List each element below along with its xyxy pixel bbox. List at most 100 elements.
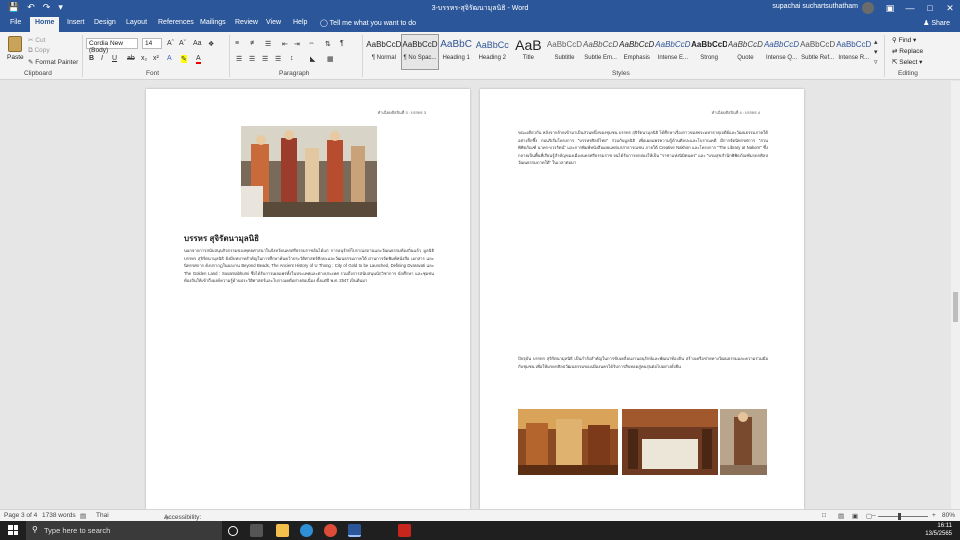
style-normal[interactable]: AaBbCcD ¶ Normal [366,35,402,69]
text-effects-icon[interactable]: A [167,55,172,62]
font-name-dropdown[interactable]: Cordia New (Body) [86,38,138,54]
read-mode-icon[interactable]: ▤ [838,512,844,520]
replace-button[interactable]: ⇄ Replace [892,47,923,55]
grow-font-icon[interactable]: Aˆ [167,40,174,47]
tab-references[interactable]: References [158,19,194,26]
temple-photo-1[interactable] [518,409,618,475]
tab-view[interactable]: View [266,19,281,26]
minimize-icon[interactable]: — [900,0,920,16]
tab-layout[interactable]: Layout [126,19,147,26]
style-subtitle[interactable]: AaBbCcD Subtitle [547,35,583,69]
user-name[interactable]: supachai suchartsuthatham [772,3,858,10]
subscript-icon[interactable]: x₂ [141,55,147,62]
word-count[interactable]: 1738 words [42,512,76,519]
borders-icon[interactable]: ▦ [327,55,334,63]
clear-formatting-icon[interactable]: ❖ [208,40,214,48]
thai-distributed-icon[interactable]: ⇔ [308,40,315,47]
zoom-level[interactable]: 80% [942,512,955,519]
page-4[interactable]: ทำเนียบศิลปินที่ 4 : บรรหร 4 ขณะเดียวกัน… [480,89,804,509]
tab-design[interactable]: Design [94,19,116,26]
system-tray[interactable]: 16:11 13/5/2565 [925,522,952,538]
font-size-dropdown[interactable]: 14 [142,38,162,49]
shading-icon[interactable]: ◣ [310,55,315,63]
styles-scroll-up-icon[interactable]: ▴ [874,38,878,46]
tell-me-search[interactable]: ◯ Tell me what you want to do [320,19,416,27]
shrink-font-icon[interactable]: Aˇ [179,40,186,47]
vertical-scrollbar[interactable] [951,81,960,509]
avatar[interactable] [862,2,874,14]
document-canvas[interactable]: ทำเนียบศิลปินที่ 3 : บรรหร 3 บรรหร สุจิร… [0,81,960,509]
share-button[interactable]: ♟ Share [923,19,950,27]
tab-help[interactable]: Help [293,19,307,26]
shrine-photo[interactable] [241,126,377,217]
pdf-icon[interactable] [398,524,411,537]
format-painter-button[interactable]: ✎ Format Painter [28,58,78,66]
sort-icon[interactable]: ⇅ [325,40,331,48]
temple-photo-2[interactable] [622,409,718,475]
paste-button[interactable]: Paste [7,54,24,61]
tab-file[interactable]: File [10,19,21,26]
styles-scroll-down-icon[interactable]: ▾ [874,48,878,56]
page-count[interactable]: Page 3 of 4 [4,512,37,519]
language[interactable]: Thai [96,512,109,519]
strikethrough-icon[interactable]: ab [127,55,135,62]
bold-icon[interactable]: B [89,55,94,62]
close-icon[interactable]: ✕ [940,0,960,16]
align-center-icon[interactable]: ☰ [249,55,255,63]
style-no-spacing[interactable]: AaBbCcD ¶ No Spac... [401,34,439,70]
scrollbar-thumb[interactable] [953,292,958,322]
zoom-in-icon[interactable]: + [932,512,936,519]
focus-icon[interactable]: □ [822,512,826,519]
tab-mailings[interactable]: Mailings [200,19,226,26]
cut-button[interactable]: ✂ Cut [28,36,45,44]
justify-icon[interactable]: ☰ [275,55,281,63]
chrome-icon[interactable] [324,524,337,537]
decrease-indent-icon[interactable]: ⇤ [282,40,288,48]
style-subtle-emphasis[interactable]: AaBbCcD Subtle Em... [583,35,619,69]
style-emphasis[interactable]: AaBbCcD Emphasis [619,35,655,69]
bullets-icon[interactable]: ≡ [235,40,239,47]
task-view-icon[interactable] [228,526,238,536]
line-spacing-icon[interactable]: ↕ [290,55,294,62]
page-3[interactable]: ทำเนียบศิลปินที่ 3 : บรรหร 3 บรรหร สุจิร… [146,89,470,509]
taskbar-app-icon[interactable] [250,524,263,537]
style-title[interactable]: AaB Title [511,35,547,69]
underline-icon[interactable]: U [112,55,117,62]
styles-more-icon[interactable]: ▿ [874,58,878,66]
copy-button[interactable]: ⧉ Copy [28,47,50,55]
print-layout-icon[interactable]: ▣ [852,512,858,520]
taskbar-search[interactable]: ⚲ Type here to search [26,521,222,540]
style-intense-reference[interactable]: AaBbCcD Intense R... [836,35,872,69]
find-button[interactable]: ⚲ Find ▾ [892,36,916,44]
font-color-icon[interactable]: A [196,55,201,64]
word-icon[interactable] [348,524,361,537]
zoom-slider-handle[interactable] [898,513,901,520]
zoom-slider[interactable] [878,516,928,517]
paste-icon[interactable] [8,36,22,52]
style-subtle-reference[interactable]: AaBbCcD Subtle Ref... [800,35,836,69]
zoom-out-icon[interactable]: – [872,512,876,519]
multilevel-list-icon[interactable]: ☰ [265,40,271,48]
proofing-icon[interactable]: ▤ [80,512,86,520]
file-explorer-icon[interactable] [276,524,289,537]
ribbon-display-icon[interactable]: ▣ [880,0,900,16]
maximize-icon[interactable]: □ [920,0,940,16]
highlight-icon[interactable]: ✎ [181,55,187,63]
style-heading-1[interactable]: AaBbC Heading 1 [438,35,474,69]
tab-home[interactable]: Home [30,17,60,32]
tab-review[interactable]: Review [235,19,258,26]
pilcrow-icon[interactable]: ¶ [340,40,344,47]
align-right-icon[interactable]: ☰ [262,55,268,63]
edge-icon[interactable] [300,524,313,537]
change-case-icon[interactable]: Aa [193,40,202,47]
style-heading-2[interactable]: AaBbCc Heading 2 [474,35,510,69]
superscript-icon[interactable]: x² [153,55,159,62]
align-left-icon[interactable]: ☰ [236,55,242,63]
style-strong[interactable]: AaBbCcD Strong [691,35,727,69]
tab-insert[interactable]: Insert [67,19,85,26]
temple-photo-3[interactable] [720,409,767,475]
style-intense-emphasis[interactable]: AaBbCcD Intense E... [655,35,691,69]
select-button[interactable]: ⇱ Select ▾ [892,58,922,66]
increase-indent-icon[interactable]: ⇥ [294,40,300,48]
italic-icon[interactable]: I [101,55,103,62]
